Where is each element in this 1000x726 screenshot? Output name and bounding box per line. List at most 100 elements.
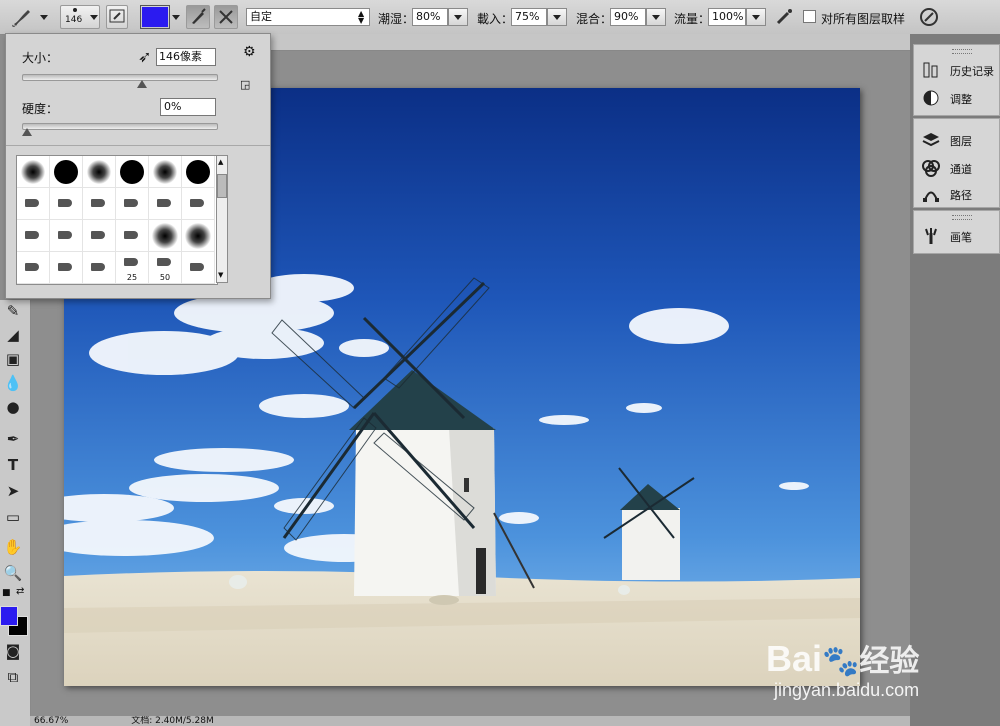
swap-colors-icon[interactable]: ⇄ — [16, 586, 24, 597]
brush-preset-cell[interactable] — [149, 188, 182, 220]
brush-preset-cell[interactable] — [116, 220, 149, 252]
scroll-down-icon[interactable]: ▼ — [218, 271, 223, 279]
brush-preset-cell[interactable] — [17, 156, 50, 188]
brush-preset-picker[interactable]: 146 — [60, 5, 100, 29]
sample-all-layers-checkbox[interactable] — [803, 10, 816, 23]
status-bar: 66.67% 文档: 2.40M/5.28M — [30, 716, 910, 726]
brush-preset-cell[interactable]: 25 — [116, 252, 149, 284]
rectangle-tool-icon[interactable]: ▭ — [2, 506, 24, 528]
type-tool-icon[interactable]: T — [2, 454, 24, 476]
brush-preset-cell[interactable] — [50, 220, 83, 252]
load-dropdown-button[interactable] — [547, 8, 567, 26]
zoom-level[interactable]: 66.67% — [34, 716, 68, 726]
quick-mask-icon[interactable]: ◙ — [2, 640, 24, 662]
tablet-pressure-icon[interactable] — [918, 6, 940, 28]
size-slider[interactable] — [22, 74, 218, 81]
load-brush-after-stroke-button[interactable] — [186, 5, 210, 29]
brush-preset-cell[interactable] — [17, 188, 50, 220]
brush-preset-cell[interactable] — [50, 188, 83, 220]
size-slider-thumb[interactable] — [137, 80, 148, 88]
brush-preset-cell[interactable] — [116, 156, 149, 188]
hand-tool-icon[interactable]: ✋ — [2, 536, 24, 558]
popup-gear-icon[interactable]: ⚙ — [243, 44, 256, 60]
hardness-input[interactable]: 0% — [160, 98, 216, 116]
brush-dot-icon — [73, 8, 77, 12]
brush-preset-cell[interactable]: 50 — [149, 252, 182, 284]
clean-brush-icon — [219, 10, 233, 24]
dodge-tool-icon[interactable]: ● — [2, 396, 24, 418]
brush-preset-cell[interactable] — [83, 188, 116, 220]
panel-brush[interactable]: 画笔 — [922, 225, 1000, 247]
brush-preset-cell[interactable] — [83, 156, 116, 188]
bristle-tip-brush-icon — [58, 199, 72, 207]
brush-color-swatch — [142, 7, 168, 27]
size-value: 146 — [159, 50, 180, 63]
scroll-up-icon[interactable]: ▲ — [218, 158, 223, 166]
soft-round-brush-icon — [185, 222, 211, 249]
bristle-tip-brush-icon — [58, 263, 72, 271]
hardness-slider[interactable] — [22, 123, 218, 130]
airbrush-icon[interactable] — [774, 7, 796, 27]
panel-channels[interactable]: 通道 — [922, 157, 1000, 179]
brush-preset-cell[interactable] — [83, 252, 116, 284]
bristle-tip-brush-icon — [124, 231, 138, 239]
panel-paths[interactable]: 路径 — [922, 183, 1000, 205]
flow-dropdown-button[interactable] — [746, 8, 766, 26]
panel-group-2: 图层 通道 路径 — [913, 118, 1000, 208]
screen-mode-icon[interactable]: ⧉ — [2, 666, 24, 688]
panel-adjustments[interactable]: 调整 — [922, 87, 1000, 109]
brush-preset-cell[interactable] — [182, 156, 215, 188]
pen-tool-icon[interactable]: ✒ — [2, 428, 24, 450]
mix-input[interactable]: 90% — [610, 8, 646, 26]
load-brush-icon — [192, 8, 206, 24]
panel-grip[interactable] — [952, 215, 972, 220]
brush-preset-cell[interactable] — [50, 156, 83, 188]
flow-input[interactable]: 100% — [708, 8, 746, 26]
current-brush-load-swatch[interactable] — [140, 5, 170, 29]
wet-dropdown-button[interactable] — [448, 8, 468, 26]
divider — [6, 145, 270, 146]
brush-preset-cell[interactable] — [83, 220, 116, 252]
mix-preset-select[interactable]: 自定 — [246, 8, 370, 26]
history-icon — [923, 62, 938, 78]
foreground-color-swatch[interactable] — [0, 606, 18, 626]
zoom-tool-icon[interactable]: 🔍 — [2, 562, 24, 584]
bristle-tip-brush-icon — [25, 199, 39, 207]
brush-preset-cell[interactable] — [182, 220, 215, 252]
channels-icon — [922, 160, 940, 177]
panel-history[interactable]: 历史记录 — [922, 59, 1000, 81]
soft-round-brush-icon — [153, 159, 177, 184]
mix-dropdown-button[interactable] — [646, 8, 666, 26]
mixer-brush-tool-icon[interactable] — [10, 6, 34, 28]
history-brush-tool-icon[interactable]: ✎ — [2, 300, 24, 322]
brush-preset-cell[interactable] — [182, 188, 215, 220]
scroll-thumb[interactable] — [217, 174, 227, 198]
brush-preset-cell[interactable] — [50, 252, 83, 284]
brush-picker-caret-icon — [90, 15, 98, 20]
brush-preset-cell[interactable] — [17, 252, 50, 284]
path-selection-tool-icon[interactable]: ➤ — [2, 480, 24, 502]
panel-grip[interactable] — [952, 49, 972, 54]
swatch-caret-icon[interactable] — [172, 15, 180, 20]
default-colors-icon[interactable]: ■ — [2, 588, 11, 598]
size-input[interactable]: 146像素 — [156, 48, 216, 66]
bristle-tip-brush-icon — [157, 258, 171, 266]
blur-tool-icon[interactable]: 💧 — [2, 372, 24, 394]
load-input[interactable]: 75% — [511, 8, 547, 26]
brush-preset-cell[interactable] — [116, 188, 149, 220]
brush-preset-cell[interactable] — [17, 220, 50, 252]
brush-preset-cell[interactable] — [182, 252, 215, 284]
eraser-tool-icon[interactable]: ◢ — [2, 324, 24, 346]
gradient-tool-icon[interactable]: ▣ — [2, 348, 24, 370]
wet-input[interactable]: 80% — [412, 8, 448, 26]
brush-preset-cell[interactable] — [149, 156, 182, 188]
brush-panel-toggle[interactable] — [106, 5, 128, 29]
brush-preset-cell[interactable] — [149, 220, 182, 252]
new-preset-icon[interactable]: ◲ — [240, 78, 250, 91]
tool-preset-caret-icon[interactable] — [40, 15, 48, 20]
hard-round-brush-icon — [186, 159, 210, 184]
clean-brush-after-stroke-button[interactable] — [214, 5, 238, 29]
hardness-slider-thumb[interactable] — [22, 128, 32, 136]
preset-scrollbar[interactable]: ▲ ▼ — [216, 155, 228, 283]
panel-layers[interactable]: 图层 — [922, 129, 1000, 151]
